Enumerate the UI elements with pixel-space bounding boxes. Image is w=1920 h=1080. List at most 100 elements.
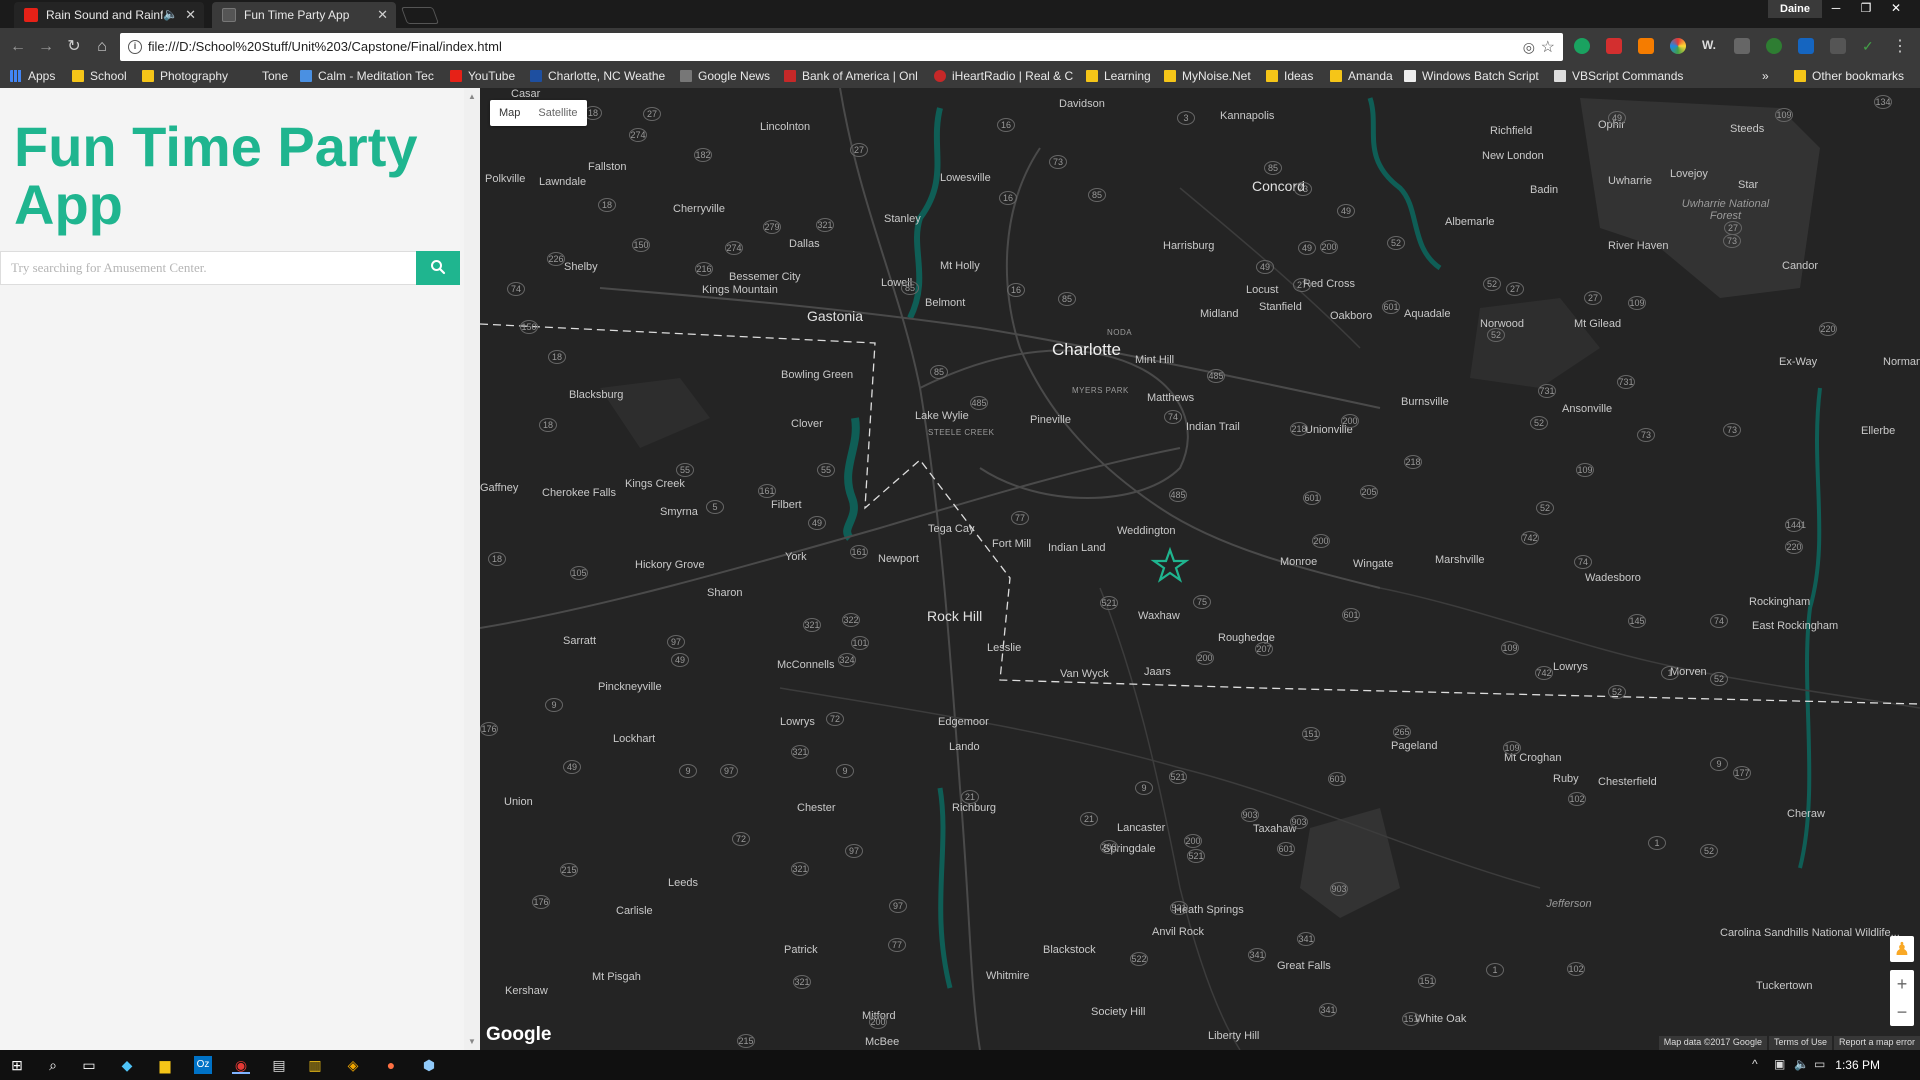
forward-icon[interactable]: → [36, 37, 56, 57]
search-input[interactable] [0, 251, 416, 285]
bookmark-star-icon[interactable]: ☆ [1541, 37, 1555, 57]
route-shield: 177 [1733, 766, 1751, 780]
close-window-icon[interactable]: ✕ [1882, 0, 1910, 18]
scroll-down-icon[interactable]: ▼ [468, 1037, 476, 1046]
adblock-icon[interactable] [1606, 38, 1622, 54]
url-text[interactable]: file:///D:/School%20Stuff/Unit%203/Capst… [148, 39, 502, 54]
map-canvas[interactable]: Charlotte Concord Gastonia Rock Hill Cas… [480, 88, 1920, 1050]
info-icon[interactable]: i [128, 40, 142, 54]
map-label: Richfield [1490, 125, 1533, 137]
bookmark-label: Charlotte, NC Weathe [548, 69, 666, 83]
extension-video-icon[interactable] [1830, 38, 1846, 54]
location-icon[interactable]: ◎ [1523, 39, 1535, 56]
map-type-satellite-button[interactable]: Satellite [529, 100, 586, 126]
bookmark-vbscript[interactable]: VBScript Commands [1554, 69, 1683, 83]
bookmark-mynoise[interactable]: MyNoise.Net [1164, 69, 1251, 83]
search-icon[interactable]: ⌕ [44, 1056, 62, 1074]
sidebar-scrollbar[interactable]: ▲ ▼ [464, 88, 480, 1050]
extension-dark-green-icon[interactable] [1766, 38, 1782, 54]
search-button[interactable] [416, 251, 460, 285]
map-type-map-button[interactable]: Map [490, 100, 529, 126]
tab-rain-sound[interactable]: Rain Sound and Rainf 🔈 ✕ [14, 2, 204, 28]
app-orange-icon[interactable]: ● [382, 1056, 400, 1074]
new-tab-button[interactable] [400, 7, 440, 24]
speaker-icon[interactable]: 🔈 [163, 7, 178, 21]
route-shield: 485 [1207, 369, 1225, 383]
bookmark-learning[interactable]: Learning [1086, 69, 1151, 83]
chrome-icon[interactable]: ◉ [232, 1056, 250, 1074]
app-diamond-icon[interactable]: ◆ [118, 1056, 136, 1074]
google-logo[interactable]: Google [486, 1024, 551, 1046]
bookmark-google-news[interactable]: Google News [680, 69, 770, 83]
task-view-icon[interactable]: ▭ [80, 1056, 98, 1074]
scroll-up-icon[interactable]: ▲ [468, 92, 476, 101]
route-shield: 9 [836, 764, 854, 778]
bookmark-label: Ideas [1284, 69, 1314, 83]
address-bar[interactable]: i file:///D:/School%20Stuff/Unit%203/Cap… [120, 33, 1563, 61]
virtualbox-icon[interactable]: ⬢ [420, 1056, 438, 1074]
back-icon[interactable]: ← [8, 37, 28, 57]
notepad-icon[interactable]: ▥ [306, 1056, 324, 1074]
menu-icon[interactable]: ⋮ [1892, 36, 1908, 56]
favorite-star-icon [1150, 546, 1190, 583]
outlook-icon[interactable]: Oz [194, 1056, 212, 1074]
bookmark-calm[interactable]: Calm - Meditation Tec [300, 69, 434, 83]
reload-icon[interactable]: ↻ [64, 37, 84, 57]
w-extension-icon[interactable]: W. [1702, 38, 1718, 54]
rss-icon[interactable] [1638, 38, 1654, 54]
bookmark-school[interactable]: School [72, 69, 127, 83]
route-shield: 521 [1100, 596, 1118, 610]
tray-expand-icon[interactable]: ^ [1752, 1057, 1758, 1071]
report-map-error-link[interactable]: Report a map error [1833, 1036, 1920, 1050]
close-icon[interactable]: ✕ [377, 7, 388, 23]
road [779, 687, 1541, 889]
map-label: Society Hill [1091, 1006, 1146, 1018]
bookmark-bank-of-america[interactable]: Bank of America | Onl [784, 69, 918, 83]
map-label: Pinckneyville [598, 681, 662, 693]
bookmarks-bar: Apps School Photography Tone Calm - Medi… [0, 66, 1920, 88]
bookmark-tone[interactable]: Tone [244, 69, 288, 83]
windows-start-icon[interactable]: ⊞ [8, 1056, 26, 1074]
bookmarks-overflow[interactable]: » [1762, 69, 1769, 83]
git-icon[interactable]: ◈ [344, 1056, 362, 1074]
color-wheel-icon[interactable] [1670, 38, 1686, 54]
bookmark-youtube[interactable]: YouTube [450, 69, 515, 83]
extension-gray-icon[interactable] [1734, 38, 1750, 54]
street-view-pegman-icon[interactable]: ♟ [1890, 936, 1914, 962]
bookmark-apps[interactable]: Apps [10, 69, 55, 83]
route-shield: 274 [725, 241, 743, 255]
map-label: Badin [1530, 184, 1559, 196]
extension-check-icon[interactable]: ✓ [1862, 38, 1878, 54]
bookmark-ideas[interactable]: Ideas [1266, 69, 1313, 83]
minimize-icon[interactable]: ─ [1822, 0, 1850, 18]
zoom-out-button[interactable]: − [1890, 998, 1914, 1026]
network-icon[interactable]: ▣ [1774, 1057, 1785, 1071]
taskbar-clock[interactable]: 1:36 PM [1835, 1058, 1880, 1072]
extension-green-icon[interactable] [1574, 38, 1590, 54]
notification-icon[interactable]: ▭ [1814, 1057, 1825, 1071]
volume-icon[interactable]: 🔈 [1794, 1057, 1809, 1071]
close-icon[interactable]: ✕ [185, 7, 196, 23]
bookmark-iheartradio[interactable]: iHeartRadio | Real & C [934, 69, 1073, 83]
map-label: Norman [1883, 356, 1920, 368]
calendar-extension-icon[interactable] [1798, 38, 1814, 54]
map-label-neighborhood: NODA [1107, 328, 1133, 337]
zoom-in-button[interactable]: + [1890, 970, 1914, 998]
map-label: Rockingham [1749, 596, 1811, 608]
home-icon[interactable]: ⌂ [92, 37, 112, 57]
file-explorer-icon[interactable]: ▆ [156, 1056, 174, 1074]
bookmark-windows-batch[interactable]: Windows Batch Script [1404, 69, 1539, 83]
profile-button[interactable]: Daine [1768, 0, 1822, 18]
terminal-icon[interactable]: ▤ [270, 1056, 288, 1074]
restore-icon[interactable]: ❐ [1852, 0, 1880, 18]
bookmark-photography[interactable]: Photography [142, 69, 228, 83]
bookmark-amanda[interactable]: Amanda [1330, 69, 1393, 83]
page-icon [222, 8, 236, 22]
bookmark-weather[interactable]: Charlotte, NC Weathe [530, 69, 665, 83]
bookmark-other[interactable]: Other bookmarks [1794, 69, 1904, 83]
route-shield: 27 [850, 143, 868, 157]
route-shield: 27 [643, 107, 661, 121]
tab-fun-time-party-app[interactable]: Fun Time Party App ✕ [212, 2, 396, 28]
iheart-icon [934, 70, 946, 82]
terms-of-use-link[interactable]: Terms of Use [1768, 1036, 1832, 1050]
